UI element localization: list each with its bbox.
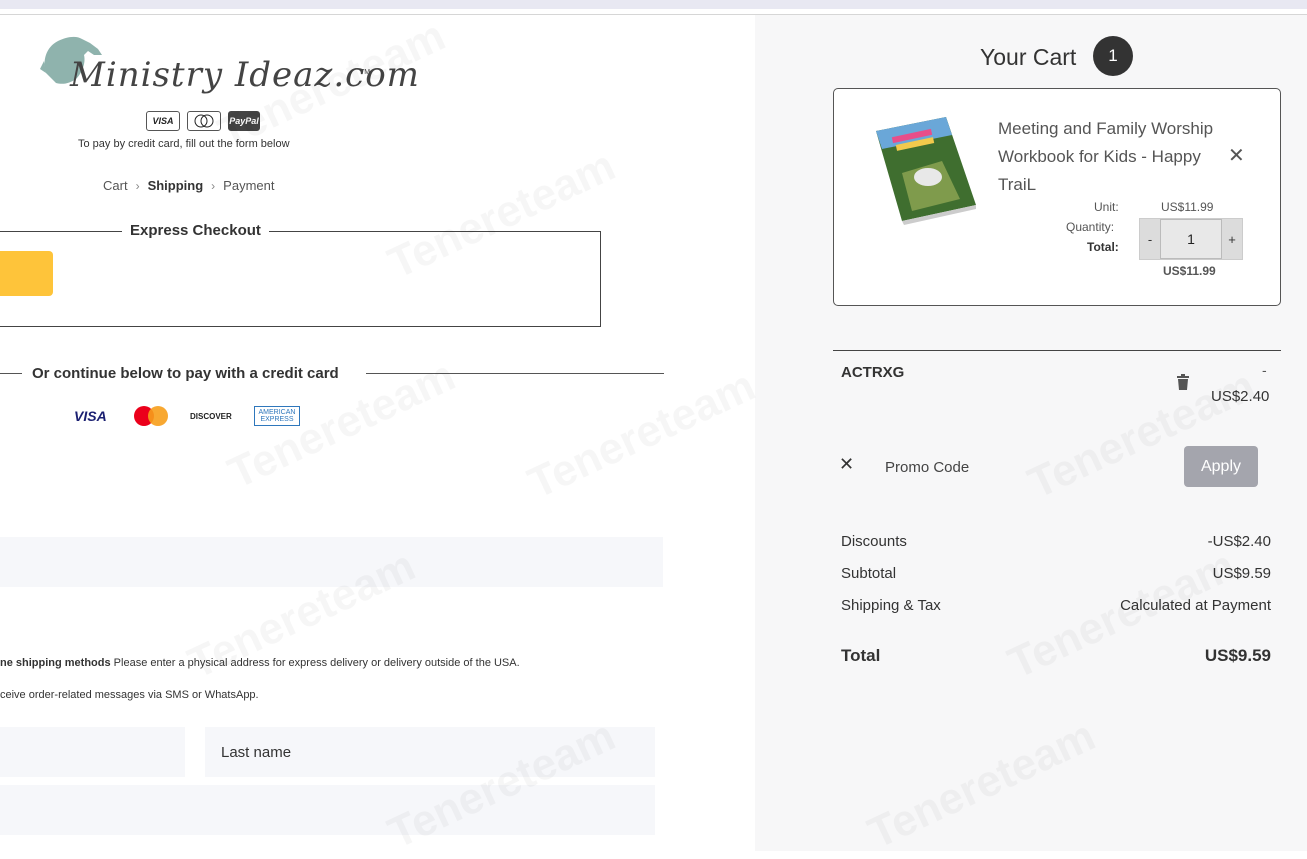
unit-label: Unit: <box>1094 200 1119 214</box>
express-checkout-title: Express Checkout <box>122 222 269 239</box>
discounts-label: Discounts <box>841 533 907 550</box>
ministry-ideaz-logo[interactable]: Ministry Ideaz.com TM <box>36 33 419 103</box>
cart-count-badge: 1 <box>1093 36 1133 76</box>
express-checkout-box <box>0 231 601 327</box>
chevron-right-icon: › <box>135 178 140 193</box>
accepted-cards: VISA DISCOVER AMERICAN EXPRESS <box>74 405 300 427</box>
first-name-field[interactable] <box>0 727 185 777</box>
chevron-right-icon: › <box>211 178 216 193</box>
shipping-tax-value: Calculated at Payment <box>1120 597 1271 614</box>
applied-promo-code: ACTRXG <box>841 364 905 381</box>
breadcrumb-shipping: Shipping <box>147 178 204 193</box>
pay-instructions: To pay by credit card, fill out the form… <box>78 138 290 150</box>
total-label: Total <box>841 646 881 665</box>
item-total: US$11.99 <box>1163 264 1216 278</box>
discover-card-icon: DISCOVER <box>190 411 232 421</box>
divider-right <box>366 373 664 374</box>
discounts-value: -US$2.40 <box>1207 533 1271 550</box>
decrease-quantity-button[interactable]: - <box>1140 219 1160 259</box>
discounts-row: Discounts -US$2.40 <box>841 533 1271 550</box>
cart-title: Your Cart <box>980 44 1077 70</box>
subtotal-value: US$9.59 <box>1212 565 1271 582</box>
visa-card-icon: VISA <box>74 408 107 424</box>
quantity-label: Quantity: <box>1066 220 1115 234</box>
quantity-stepper: - 1 + <box>1139 218 1243 260</box>
paypal-icon: PayPal <box>228 111 260 131</box>
payment-logos: VISA PayPal <box>146 111 260 131</box>
mastercard-icon <box>187 111 221 131</box>
total-value: US$9.59 <box>1204 646 1271 665</box>
browser-top-bar <box>0 0 1307 9</box>
credit-card-divider-text: Or continue below to pay with a credit c… <box>32 365 339 382</box>
breadcrumb-cart[interactable]: Cart <box>103 178 128 193</box>
visa-icon: VISA <box>146 111 180 131</box>
clear-promo-icon[interactable]: ✕ <box>839 454 854 475</box>
item-total-label: Total: <box>1087 240 1119 254</box>
product-name[interactable]: Meeting and Family Worship Workbook for … <box>998 115 1238 199</box>
apply-promo-button[interactable]: Apply <box>1184 446 1258 487</box>
mastercard-card-icon <box>134 405 170 427</box>
promo-discount-amount: US$2.40 <box>1211 388 1270 405</box>
increase-quantity-button[interactable]: + <box>1222 219 1242 259</box>
sms-consent-note: ceive order-related messages via SMS or … <box>0 689 259 701</box>
last-name-field[interactable] <box>205 727 655 777</box>
logo-trademark: TM <box>360 69 371 76</box>
shipping-tax-label: Shipping & Tax <box>841 597 941 614</box>
unit-price: US$11.99 <box>1161 200 1214 214</box>
shipping-methods-note: ne shipping methods Please enter a physi… <box>0 657 520 669</box>
product-image[interactable] <box>872 113 980 225</box>
country-field[interactable] <box>0 537 663 587</box>
remove-item-icon[interactable]: ✕ <box>1228 143 1245 168</box>
subtotal-row: Subtotal US$9.59 <box>841 565 1271 582</box>
promo-dash: - <box>1262 362 1267 378</box>
total-row: Total US$9.59 <box>841 646 1271 666</box>
promo-divider <box>833 350 1281 351</box>
shipping-tax-row: Shipping & Tax Calculated at Payment <box>841 597 1271 614</box>
paypal-express-button[interactable] <box>0 251 53 296</box>
amex-card-icon: AMERICAN EXPRESS <box>254 406 300 426</box>
breadcrumb: Cart › Shipping › Payment <box>103 178 274 193</box>
subtotal-label: Subtotal <box>841 565 897 582</box>
quantity-input[interactable]: 1 <box>1160 219 1222 259</box>
promo-code-input[interactable] <box>870 447 1170 487</box>
divider-left <box>0 373 22 374</box>
trash-icon[interactable] <box>1176 374 1190 390</box>
breadcrumb-payment: Payment <box>223 178 275 193</box>
address-field[interactable] <box>0 785 655 835</box>
